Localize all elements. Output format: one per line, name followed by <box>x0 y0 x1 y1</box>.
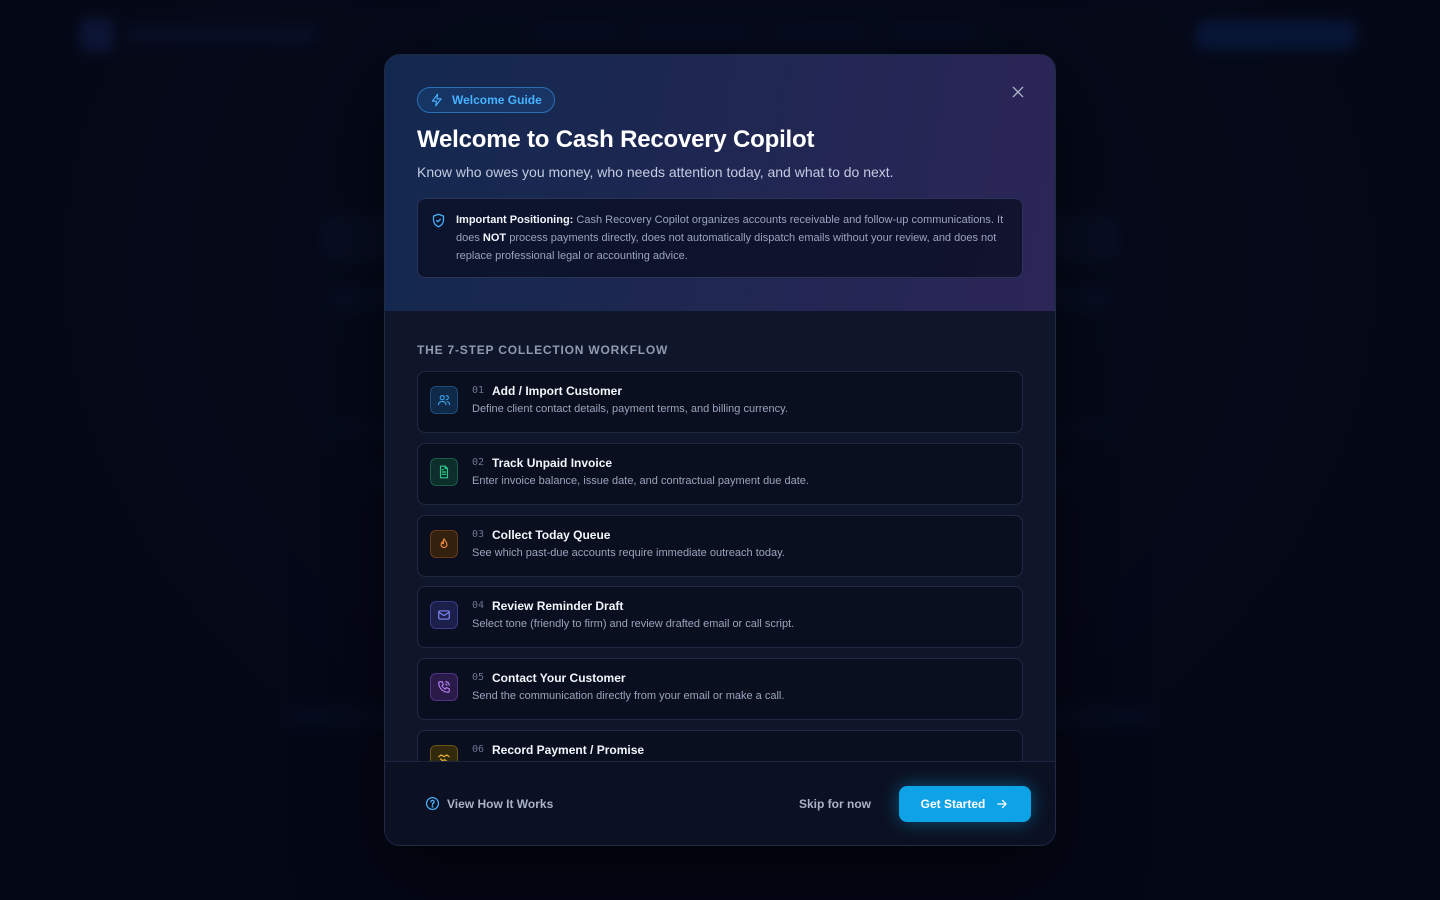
mail-icon <box>430 601 458 629</box>
close-icon <box>1012 86 1024 98</box>
step-title: Track Unpaid Invoice <box>492 456 613 470</box>
step-description: See which past-due accounts require imme… <box>472 547 785 559</box>
welcome-modal: Welcome Guide Welcome to Cash Recovery C… <box>384 54 1056 846</box>
notice-text-after: process payments directly, does not auto… <box>456 232 997 262</box>
shield-check-icon <box>432 213 445 228</box>
help-circle-icon <box>425 796 440 811</box>
workflow-step: 02 Track Unpaid Invoice Enter invoice ba… <box>417 443 1023 505</box>
step-number: 05 <box>472 672 485 683</box>
view-how-it-works-link[interactable]: View How It Works <box>425 796 553 811</box>
positioning-notice: Important Positioning: Cash Recovery Cop… <box>417 198 1023 278</box>
users-icon <box>430 386 458 414</box>
step-description: Define client contact details, payment t… <box>472 403 788 415</box>
welcome-guide-badge: Welcome Guide <box>417 87 555 113</box>
workflow-step: 04 Review Reminder Draft Select tone (fr… <box>417 586 1023 648</box>
badge-label: Welcome Guide <box>452 93 542 107</box>
step-number: 02 <box>472 457 485 468</box>
file-text-icon <box>430 458 458 486</box>
lightning-icon <box>431 93 442 107</box>
get-started-button[interactable]: Get Started <box>899 786 1031 822</box>
notice-emphasis: NOT <box>482 232 507 244</box>
help-link-label: View How It Works <box>447 796 554 811</box>
workflow-step: 01 Add / Import Customer Define client c… <box>417 371 1023 433</box>
workflow-step: 03 Collect Today Queue See which past-du… <box>417 515 1023 577</box>
get-started-label: Get Started <box>920 797 986 811</box>
step-description: Send the communication directly from you… <box>472 690 785 702</box>
modal-header: Welcome Guide Welcome to Cash Recovery C… <box>385 55 1055 311</box>
flame-icon <box>430 530 458 558</box>
modal-title: Welcome to Cash Recovery Copilot <box>417 126 815 153</box>
workflow-step: 06 Record Payment / Promise <box>417 730 1023 761</box>
step-title: Collect Today Queue <box>492 528 611 542</box>
step-number: 06 <box>472 744 485 755</box>
step-title: Add / Import Customer <box>492 384 623 398</box>
arrow-right-icon <box>997 799 1008 809</box>
skip-button[interactable]: Skip for now <box>799 797 871 811</box>
step-description: Select tone (friendly to firm) and revie… <box>472 618 795 630</box>
step-description: Enter invoice balance, issue date, and c… <box>472 475 809 487</box>
workflow-scroll-area[interactable]: THE 7-STEP COLLECTION WORKFLOW 01 Add / … <box>385 311 1055 761</box>
workflow-section-title: THE 7-STEP COLLECTION WORKFLOW <box>417 343 669 357</box>
modal-footer: View How It Works Skip for now Get Start… <box>385 761 1055 845</box>
handshake-icon <box>430 745 458 761</box>
step-number: 03 <box>472 529 485 540</box>
notice-label: Important Positioning: <box>456 214 574 226</box>
workflow-step: 05 Contact Your Customer Send the commun… <box>417 658 1023 720</box>
step-number: 01 <box>472 385 485 396</box>
step-number: 04 <box>472 600 485 611</box>
modal-subtitle: Know who owes you money, who needs atten… <box>417 164 894 180</box>
step-title: Record Payment / Promise <box>492 743 645 757</box>
step-title: Review Reminder Draft <box>492 599 624 613</box>
close-button[interactable] <box>1007 81 1029 103</box>
step-title: Contact Your Customer <box>492 671 626 685</box>
phone-call-icon <box>430 673 458 701</box>
